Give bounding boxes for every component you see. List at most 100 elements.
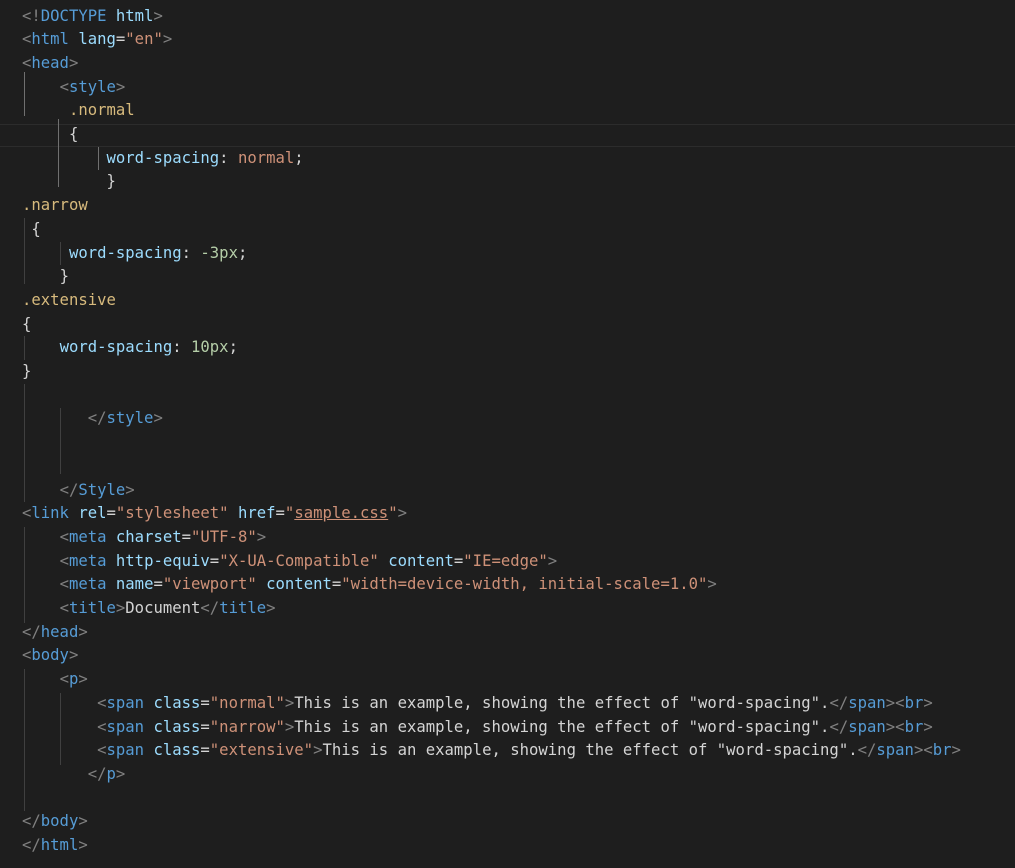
code-token: } [106, 172, 116, 191]
code-line[interactable]: <body> [22, 644, 78, 668]
code-token: word-spacing [106, 148, 220, 167]
code-line[interactable]: </Style> [22, 479, 135, 503]
code-token: word-spacing [68, 243, 182, 262]
code-line[interactable]: <meta charset="UTF-8"> [22, 526, 267, 550]
code-line[interactable]: <span class="narrow">This is an example,… [22, 716, 933, 740]
code-token: { [22, 314, 32, 333]
code-line[interactable]: <!DOCTYPE html> [22, 5, 163, 29]
code-token: " [388, 504, 398, 523]
code-line[interactable]: <p> [22, 668, 88, 692]
code-token: > [951, 741, 961, 760]
code-token: link [31, 504, 69, 523]
code-line[interactable]: <head> [22, 52, 78, 76]
code-token: title [219, 599, 267, 617]
code-token: "extensive" [209, 741, 314, 760]
code-token: = [275, 504, 285, 523]
code-line[interactable]: </p> [22, 763, 126, 787]
code-token: > [115, 599, 126, 617]
code-token: "viewport" [162, 575, 257, 594]
code-token: sample.css [294, 504, 389, 523]
code-token: charset [115, 527, 182, 546]
code-token: < [59, 551, 69, 570]
code-line[interactable]: } [22, 265, 69, 289]
code-token: ; [294, 148, 304, 167]
code-line[interactable]: <title>Document</title> [22, 597, 276, 621]
code-line[interactable]: word-spacing: 10px; [22, 336, 238, 360]
code-line[interactable]: </style> [22, 407, 163, 431]
code-token: > [68, 646, 79, 665]
code-token: > [78, 622, 88, 641]
code-token: >< [913, 741, 933, 760]
code-token: </ [87, 764, 107, 783]
code-token: < [59, 599, 69, 617]
code-line[interactable]: </html> [22, 834, 88, 858]
code-token: >< [885, 717, 905, 736]
code-token: ; [228, 338, 238, 357]
code-line[interactable]: .normal [22, 99, 135, 123]
code-token: > [397, 504, 407, 523]
code-line[interactable]: { [22, 123, 78, 147]
code-line[interactable]: </head> [22, 621, 88, 645]
code-token: "width=device-width, initial-scale=1.0" [341, 575, 708, 594]
code-token: br [904, 693, 924, 712]
code-token: = [153, 575, 163, 594]
code-token: head [40, 622, 79, 641]
code-token: = [181, 527, 192, 546]
code-line[interactable]: <meta name="viewport" content="width=dev… [22, 573, 717, 597]
code-token: html [40, 836, 79, 854]
code-token: = [115, 30, 126, 49]
code-token: </ [22, 836, 41, 854]
code-token: DOCTYPE [40, 6, 107, 25]
code-line[interactable]: <meta http-equiv="X-UA-Compatible" conte… [22, 550, 558, 574]
code-line[interactable]: <style> [22, 76, 126, 100]
code-token: > [284, 693, 295, 712]
code-token: Document [125, 599, 201, 617]
code-line[interactable]: </body> [22, 810, 88, 834]
code-token: href [237, 504, 276, 523]
code-line[interactable]: <span class="extensive">This is an examp… [22, 739, 961, 763]
code-token: span [848, 693, 886, 712]
code-token: "IE=edge" [463, 551, 548, 570]
code-token: "X-UA-Compatible" [219, 551, 379, 570]
code-line[interactable]: <link rel="stylesheet" href="sample.css"… [22, 502, 407, 526]
code-token: </ [829, 693, 849, 712]
code-line[interactable]: } [22, 360, 31, 384]
code-token: .narrow [22, 196, 88, 215]
code-token: > [256, 527, 267, 546]
code-token: html [115, 6, 154, 25]
code-token: Style [78, 480, 126, 499]
code-line[interactable]: .narrow [22, 194, 88, 218]
code-line[interactable]: <html lang="en"> [22, 28, 172, 52]
code-token: < [22, 504, 32, 523]
code-token: This is an example, showing the effect o… [294, 693, 830, 712]
code-token: } [22, 362, 32, 380]
code-token: : [172, 338, 192, 357]
code-token: span [848, 717, 886, 736]
code-token: < [22, 646, 32, 665]
code-token: style [106, 409, 154, 428]
code-line[interactable]: word-spacing: -3px; [22, 242, 247, 266]
code-line[interactable]: <span class="normal">This is an example,… [22, 692, 933, 716]
code-token: style [68, 77, 116, 96]
code-line[interactable]: word-spacing: normal; [22, 147, 304, 171]
code-line[interactable]: .extensive [22, 289, 116, 313]
code-line[interactable]: } [22, 170, 116, 194]
code-editor[interactable]: <!DOCTYPE html> <html lang="en"> <head> <s… [0, 0, 1015, 868]
code-line[interactable]: { [22, 218, 40, 242]
code-line[interactable]: { [22, 313, 31, 337]
code-token: > [707, 575, 717, 594]
code-token: > [115, 77, 126, 96]
code-token: </ [59, 480, 79, 499]
code-token: body [31, 646, 69, 665]
code-token: > [153, 409, 163, 428]
